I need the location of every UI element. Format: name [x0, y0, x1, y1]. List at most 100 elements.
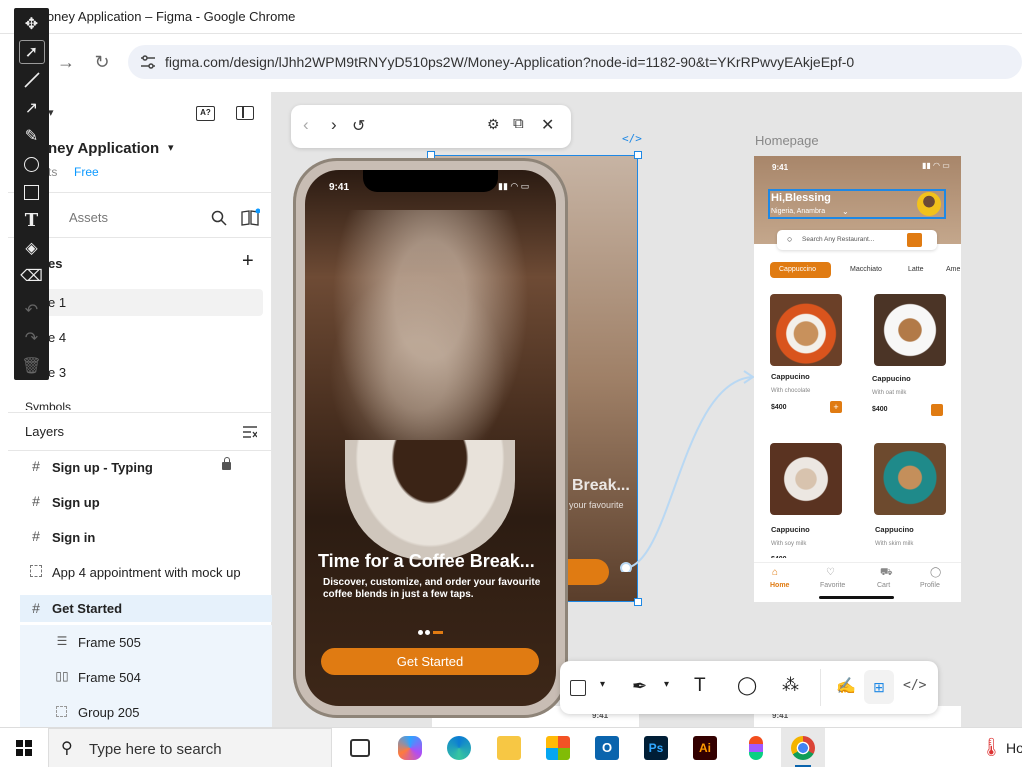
back-icon[interactable]: ‹ [303, 115, 309, 135]
fill-tool-icon[interactable]: ◈ [14, 234, 49, 262]
layer-row-selected[interactable]: # Get Started [20, 595, 272, 622]
drafts-label[interactable]: ts [48, 165, 57, 179]
edge-icon[interactable] [447, 736, 471, 760]
nav-cart[interactable]: Cart [877, 582, 890, 589]
windows-start-icon[interactable] [16, 740, 32, 756]
shape-tool-icon[interactable] [570, 680, 586, 696]
add-to-cart-button[interactable]: + [830, 401, 842, 413]
category-chip[interactable]: Latte [908, 266, 924, 273]
coffee-image[interactable] [770, 294, 842, 366]
redo-icon[interactable]: ↷ [14, 324, 49, 352]
coffee-image[interactable] [770, 443, 842, 515]
location-chevron-icon[interactable]: ⌄ [842, 207, 849, 216]
coffee-image[interactable] [874, 294, 946, 366]
trash-icon[interactable]: 🗑 [14, 352, 49, 380]
file-explorer-icon[interactable] [497, 736, 521, 760]
illustrator-icon[interactable]: Ai [693, 736, 717, 760]
close-icon[interactable]: ✕ [541, 115, 554, 135]
eraser-tool-icon[interactable]: ⌫ [14, 262, 49, 290]
filter-icon[interactable] [907, 233, 922, 247]
forward-icon[interactable]: → [56, 52, 76, 72]
text-tool-icon[interactable]: T [694, 675, 706, 697]
add-page-icon[interactable]: + [242, 250, 254, 273]
layer-row[interactable]: # Sign in [20, 520, 272, 555]
components-icon[interactable]: ⁂ [782, 675, 799, 695]
line-tool-icon[interactable] [14, 66, 49, 94]
address-bar[interactable]: figma.com/design/lJhh2WPM9tRNYyD510ps2W/… [128, 45, 1022, 79]
phone-mockup[interactable]: 9:41 ▮▮ ◠ ▭ Time for a Coffee Break... D… [293, 158, 568, 718]
file-menu-chevron-icon[interactable]: ▾ [168, 141, 174, 154]
category-chip-active[interactable]: Cappuccino [770, 262, 831, 278]
photoshop-icon[interactable]: Ps [644, 736, 668, 760]
restart-icon[interactable]: ↺ [352, 116, 365, 136]
select-tool-icon[interactable]: ➚ [14, 38, 49, 66]
frame-icon: # [32, 458, 40, 474]
panel-toggle-icon[interactable] [236, 106, 254, 120]
plan-badge[interactable]: Free [74, 165, 99, 179]
page-item-3[interactable]: e 3 [48, 365, 66, 380]
cart-icon[interactable]: ⛟ [880, 567, 893, 580]
windows-taskbar: ⚲ Type here to search O Ps Ai 🌡 Ho [0, 727, 1022, 767]
move-icon[interactable]: ✥ [14, 10, 49, 38]
figma-icon[interactable] [749, 736, 763, 760]
chevron-down-icon[interactable]: ▾ [600, 679, 605, 690]
text-tool-icon[interactable]: T [14, 206, 49, 234]
tab-assets[interactable]: Assets [69, 210, 108, 225]
nav-favorite[interactable]: Favorite [820, 582, 845, 589]
layer-row[interactable]: # Sign up - Typing [20, 450, 272, 485]
layer-row[interactable]: ▯▯ Frame 504 [20, 660, 272, 695]
selection-handle[interactable] [634, 151, 642, 159]
homepage-frame[interactable]: 9:41 ▮▮ ◠ ▭ Hi,Blessing Nigeria, Anambra… [754, 156, 961, 602]
ellipse-tool-icon[interactable] [14, 150, 49, 178]
pen-tool-icon[interactable]: ✒ [632, 676, 647, 697]
open-external-icon[interactable]: ⧉ [513, 115, 524, 132]
selection-handle[interactable] [634, 598, 642, 606]
taskbar-search[interactable]: ⚲ Type here to search [48, 728, 332, 767]
copilot-icon[interactable] [398, 736, 422, 760]
rectangle-tool-icon[interactable] [14, 178, 49, 206]
pencil-tool-icon[interactable]: ✎ [14, 122, 49, 150]
search-icon[interactable] [211, 210, 227, 226]
page-item-1[interactable]: e 1 [20, 289, 263, 316]
next-icon[interactable]: › [331, 115, 337, 135]
layers-filter-icon[interactable] [243, 425, 257, 439]
dev-mode-icon[interactable]: </> [622, 132, 642, 145]
layer-row[interactable]: App 4 appointment with mock up [20, 555, 272, 590]
layer-row[interactable]: Group 205 [20, 695, 272, 730]
dev-mode-icon[interactable]: </> [903, 678, 926, 693]
get-started-button[interactable]: Get Started [321, 648, 539, 675]
comment-icon[interactable]: ◯ [737, 675, 757, 696]
layer-row[interactable]: ☰ Frame 505 [20, 625, 272, 660]
avatar[interactable] [917, 192, 941, 216]
heart-icon[interactable]: ♡ [826, 567, 835, 578]
lock-icon[interactable] [222, 457, 231, 470]
category-chip[interactable]: Ame [946, 266, 960, 273]
design-mode-icon[interactable]: ⊞ [864, 670, 894, 704]
library-icon[interactable] [240, 208, 260, 226]
nav-home[interactable]: Home [770, 582, 789, 589]
task-view-icon[interactable] [350, 739, 370, 757]
prototype-connector[interactable] [612, 362, 762, 572]
nav-profile[interactable]: Profile [920, 582, 940, 589]
profile-icon[interactable]: ◯ [930, 567, 941, 578]
draw-mode-icon[interactable]: ✍ [836, 676, 856, 696]
category-chip[interactable]: Macchiato [850, 266, 882, 273]
search-input[interactable]: ○ Search Any Restaurant... [777, 230, 937, 250]
arrow-tool-icon[interactable]: ↗ [14, 94, 49, 122]
ai-text-icon[interactable]: A? [196, 106, 215, 121]
frame-label[interactable]: Homepage [755, 133, 819, 148]
store-icon[interactable] [546, 736, 570, 760]
layer-row[interactable]: # Sign up [20, 485, 272, 520]
reload-icon[interactable]: ↻ [92, 52, 112, 72]
file-name[interactable]: ney Application [48, 140, 159, 157]
undo-icon[interactable]: ↶ [14, 296, 49, 324]
chevron-down-icon[interactable]: ▾ [664, 679, 669, 690]
add-to-cart-button[interactable] [931, 404, 943, 416]
settings-sliders-icon[interactable]: ⚙ [487, 116, 500, 133]
home-icon[interactable]: ⌂ [772, 567, 778, 578]
outlook-icon[interactable]: O [595, 736, 619, 760]
coffee-image[interactable] [874, 443, 946, 515]
page-item-4[interactable]: e 4 [48, 330, 66, 345]
chrome-taskbar-active[interactable] [781, 728, 825, 767]
site-settings-icon[interactable] [140, 55, 156, 69]
